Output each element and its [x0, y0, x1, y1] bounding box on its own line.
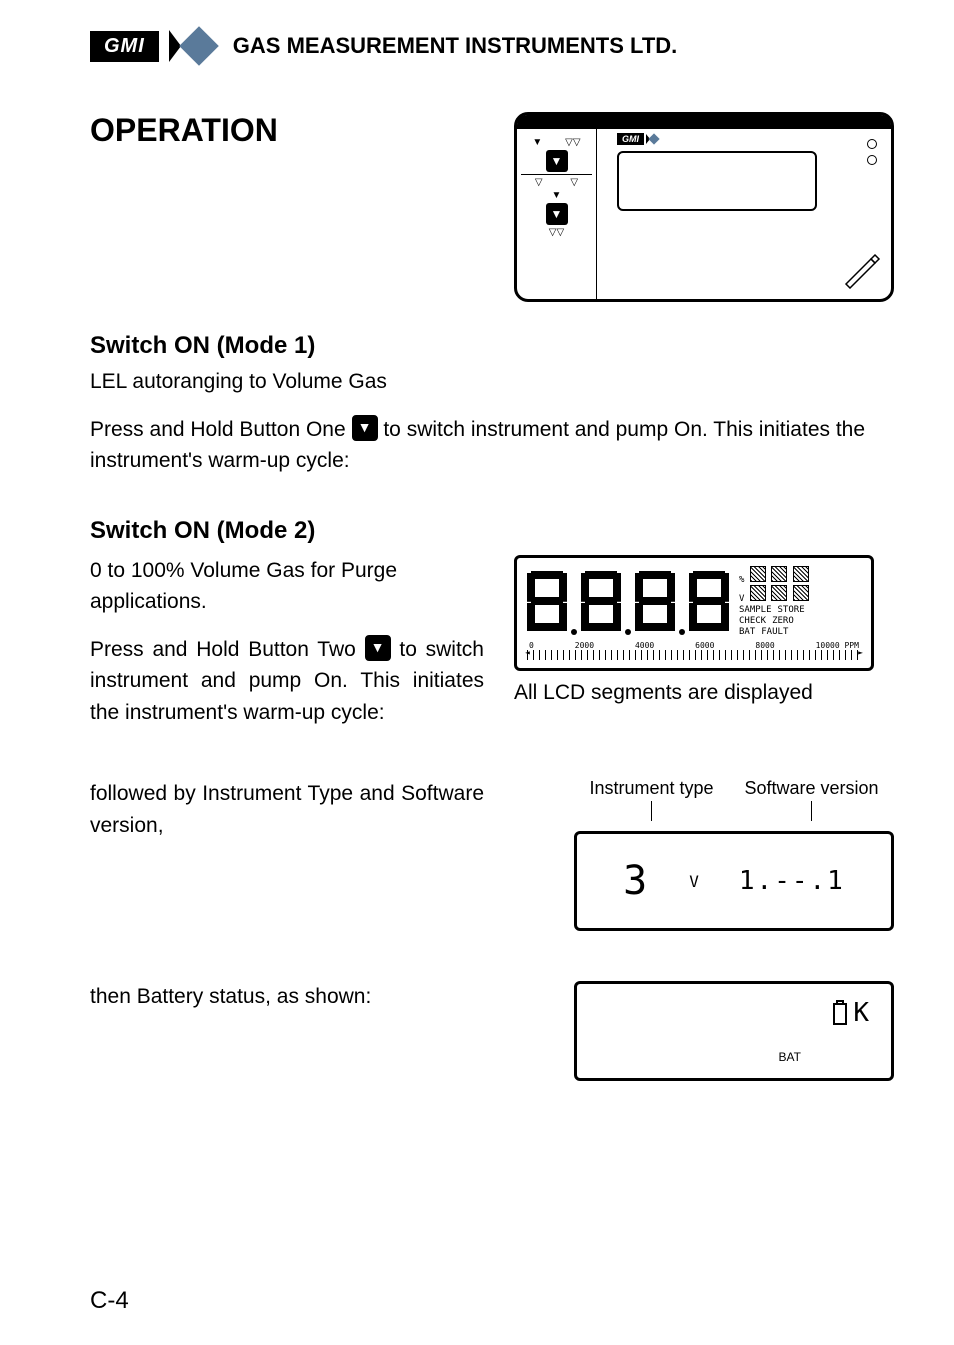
followed-by-text: followed by Instrument Type and Software… — [90, 778, 484, 841]
button-one-inline-icon: ▼ — [352, 415, 378, 441]
button-two-inline-icon: ▼ — [365, 635, 391, 661]
button-two-icon: ▼ — [546, 203, 568, 225]
mode2-instruction: Press and Hold Button Two ▼ to switch in… — [90, 634, 484, 729]
instrument-illustration: ▼▽▽ ▼ ▽▽ ▼ ▼ ▽▽ GMI — [514, 112, 894, 302]
led-icon — [867, 155, 877, 165]
mode1-heading: Switch ON (Mode 1) — [90, 332, 894, 360]
lcd-caption: All LCD segments are displayed — [514, 681, 894, 705]
section-title: OPERATION — [90, 112, 278, 149]
device-screen — [617, 151, 817, 211]
page-number: C-4 — [90, 1287, 129, 1315]
gmi-logo: GMI — [90, 31, 159, 62]
info-labels: Instrument type Software version — [574, 778, 894, 821]
logo-diamond-icon — [179, 26, 219, 66]
mode2-heading: Switch ON (Mode 2) — [90, 517, 894, 545]
battery-status-text: then Battery status, as shown: — [90, 981, 371, 1013]
mode1-subtitle: LEL autoranging to Volume Gas — [90, 366, 894, 398]
lcd-all-segments: % V SAMPLESTORE CHECKZERO BATFAULT 0 200… — [514, 555, 874, 672]
led-icon — [867, 139, 877, 149]
company-name: GAS MEASUREMENT INSTRUMENTS LTD. — [233, 33, 677, 59]
battery-icon — [831, 1000, 849, 1026]
mode2-subtitle: 0 to 100% Volume Gas for Purge applicati… — [90, 555, 484, 618]
button-one-icon: ▼ — [546, 150, 568, 172]
instrument-type-display: 3 V 1.--.1 — [574, 831, 894, 931]
mode1-instruction: Press and Hold Button One ▼ to switch in… — [90, 414, 894, 477]
probe-icon — [841, 249, 881, 289]
page-header: GMI GAS MEASUREMENT INSTRUMENTS LTD. — [90, 30, 894, 62]
battery-status-display: K BAT — [574, 981, 894, 1081]
